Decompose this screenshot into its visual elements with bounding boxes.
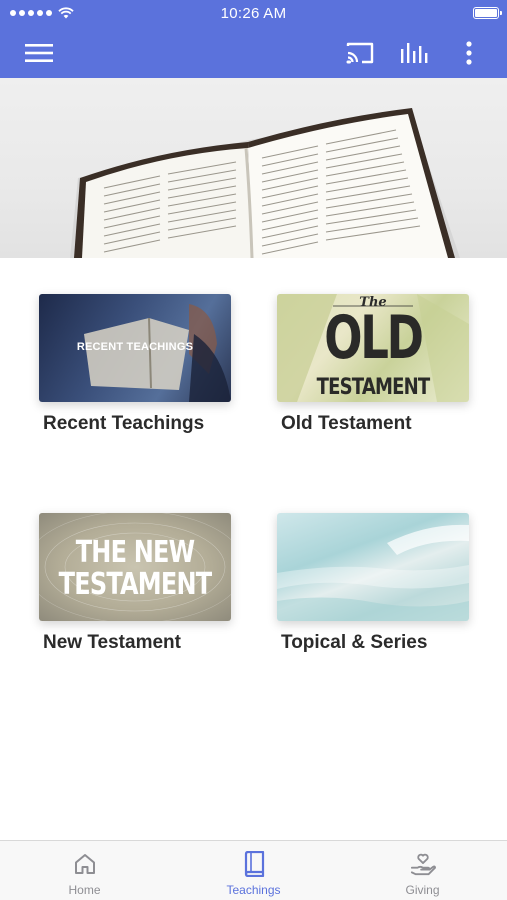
category-card-new-testament[interactable]: THE NEW TESTAMENT New Testament [39, 513, 231, 654]
status-bar: 10:26 AM [0, 0, 507, 28]
battery-icon [473, 7, 502, 19]
more-vertical-icon [466, 41, 472, 65]
home-icon [72, 850, 98, 878]
cast-button[interactable] [342, 28, 378, 78]
menu-icon [25, 44, 53, 62]
status-time: 10:26 AM [220, 5, 287, 22]
giving-hand-heart-icon [410, 850, 436, 878]
recent-teachings-thumb-text: RECENT TEACHINGS [76, 341, 194, 353]
card-title: Topical & Series [281, 632, 428, 653]
category-card-topical-series[interactable]: Topical & Series [277, 513, 469, 654]
tab-teachings[interactable]: Teachings [169, 841, 338, 900]
tab-label: Teachings [226, 883, 281, 897]
category-card-recent-teachings[interactable]: RECENT TEACHINGS Recent Teachings [39, 294, 231, 435]
recent-teachings-thumbnail: RECENT TEACHINGS [39, 294, 231, 402]
old-testament-thumb-old: OLD [324, 303, 424, 373]
tab-giving[interactable]: Giving [338, 841, 507, 900]
hero-banner-image [0, 78, 507, 258]
category-card-old-testament[interactable]: The OLD TESTAMENT Old Testament [277, 294, 469, 435]
new-testament-thumbnail: THE NEW TESTAMENT [39, 513, 231, 621]
tab-home[interactable]: Home [0, 841, 169, 900]
book-icon [241, 850, 267, 878]
new-testament-thumb-line2: TESTAMENT [58, 567, 212, 602]
menu-button[interactable] [20, 28, 58, 78]
new-testament-thumb-line1: THE NEW [75, 535, 195, 570]
topical-series-thumbnail [277, 513, 469, 621]
tab-label: Giving [405, 883, 440, 897]
equalizer-icon [401, 43, 428, 63]
app-bar [0, 28, 507, 78]
ocean-water-illustration [277, 524, 469, 621]
cast-icon [346, 42, 374, 64]
card-title: Old Testament [281, 413, 412, 434]
more-options-button[interactable] [455, 28, 483, 78]
equalizer-button[interactable] [396, 28, 434, 78]
card-title: Recent Teachings [43, 413, 205, 434]
bottom-tab-bar: Home Teachings Giving [0, 840, 507, 900]
tab-label: Home [68, 883, 101, 897]
old-testament-thumb-testament: TESTAMENT [316, 375, 431, 400]
open-bible-illustration [70, 108, 460, 258]
old-testament-thumbnail: The OLD TESTAMENT [277, 294, 469, 402]
card-title: New Testament [43, 632, 181, 653]
